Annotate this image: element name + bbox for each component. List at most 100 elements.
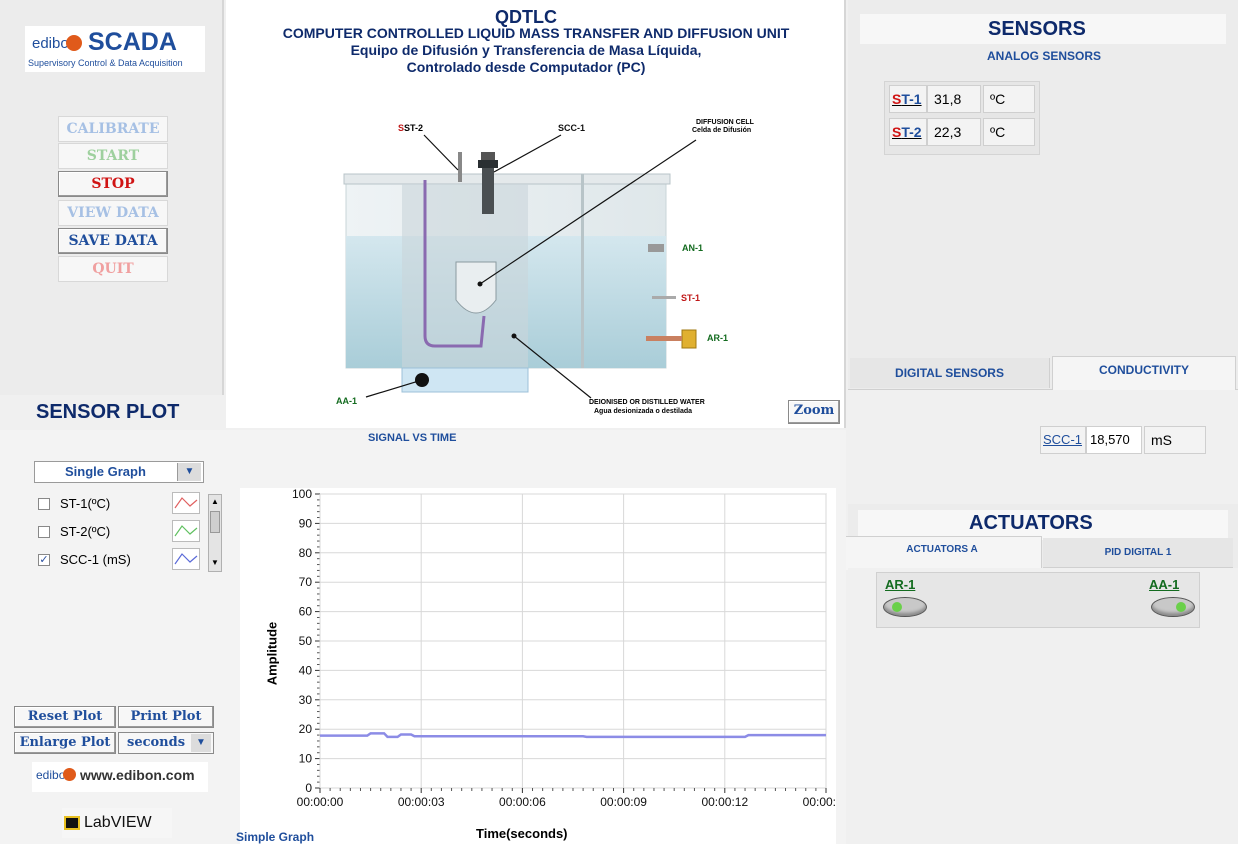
start-button[interactable]: START	[58, 143, 168, 169]
x-tick-label: 00:00:06	[499, 795, 546, 809]
aa1-led-icon	[1176, 602, 1186, 612]
water-label: DEIONISED OR DISTILLED WATER	[589, 399, 705, 406]
edibon-scada-logo: edibon SCADA Supervisory Control & Data …	[25, 26, 205, 72]
signal-list-scrollbar[interactable]: ▲ ▼	[208, 494, 222, 572]
signal-row[interactable]: ST-1(ºC)	[30, 490, 220, 518]
labview-wordmark: LabVIEW	[84, 814, 152, 831]
sensor-tag[interactable]: ST-1	[889, 85, 927, 113]
conductivity-unit: mS	[1144, 426, 1206, 454]
scc1-label: SCC-1	[558, 123, 586, 133]
x-tick-label: 00:00:15	[803, 795, 836, 809]
y-tick-label: 20	[299, 722, 313, 736]
signal-checkbox[interactable]	[38, 526, 50, 538]
signal-row[interactable]: ST-2(ºC)	[30, 518, 220, 546]
signal-label: ST-1(ºC)	[60, 496, 111, 511]
reset-plot-button[interactable]: Reset Plot	[14, 706, 116, 728]
time-units-select[interactable]: seconds ▼	[118, 732, 214, 754]
chevron-down-icon[interactable]: ▼	[191, 734, 211, 752]
sensor-plot-title-bar: SENSOR PLOT	[0, 396, 224, 430]
chart-caption: Simple Graph	[236, 830, 315, 844]
ar1-led-icon	[892, 602, 902, 612]
y-tick-label: 60	[299, 605, 313, 619]
diffusion-cell-label-es: Celda de Difusión	[692, 127, 752, 134]
tab-digital-sensors[interactable]: DIGITAL SENSORS	[850, 358, 1050, 388]
an1-label: AN-1	[682, 243, 704, 253]
st2-label: SST-2	[398, 123, 424, 133]
x-tick-label: 00:00:09	[600, 795, 647, 809]
graph-mode-select[interactable]: Single Graph ▼	[34, 461, 204, 483]
aa1-label: AA-1	[336, 396, 358, 406]
sensors-panel: SENSORS ANALOG SENSORS ST-1 31,8 ºC ST-2…	[848, 0, 1238, 500]
signal-label: ST-2(ºC)	[60, 524, 111, 539]
line-style-icon	[172, 548, 200, 570]
time-units-value: seconds	[127, 735, 186, 750]
analog-sensor-group: ST-1 31,8 ºC ST-2 22,3 ºC	[884, 81, 1040, 155]
edibon-footer-dot-icon	[63, 768, 76, 781]
tab-conductivity[interactable]: CONDUCTIVITY	[1052, 356, 1236, 390]
edibon-website: www.edibon.com	[80, 767, 195, 783]
sensor-tag[interactable]: ST-2	[889, 118, 927, 146]
chevron-down-icon[interactable]: ▼	[177, 463, 201, 481]
scroll-up-icon[interactable]: ▲	[210, 496, 220, 508]
y-tick-label: 90	[299, 516, 313, 530]
signal-checkbox[interactable]	[38, 498, 50, 510]
enlarge-plot-button[interactable]: Enlarge Plot	[14, 732, 116, 754]
scada-wordmark: SCADA	[88, 28, 177, 56]
save-data-button[interactable]: SAVE DATA	[58, 228, 168, 254]
y-tick-label: 0	[305, 781, 312, 795]
sensor-value: 31,8	[927, 85, 981, 113]
sensor-unit: ºC	[983, 85, 1035, 113]
y-tick-label: 10	[299, 752, 313, 766]
line-style-icon	[172, 520, 200, 542]
labview-icon	[64, 816, 80, 830]
actuators-panel: ACTUATORS ACTUATORS A PID DIGITAL 1 AR-1…	[842, 504, 1238, 844]
sensor-unit: ºC	[983, 118, 1035, 146]
signal-vs-time-title: SIGNAL VS TIME	[368, 432, 457, 444]
edibon-dot-icon	[66, 35, 82, 51]
y-tick-label: 40	[299, 663, 313, 677]
process-diagram: QDTLC COMPUTER CONTROLLED LIQUID MASS TR…	[226, 0, 846, 428]
aa1-toggle[interactable]	[1151, 597, 1195, 617]
line-style-icon	[172, 492, 200, 514]
chart-svg: 0 10 20 30 40 50 60 70 80 90 100 00:00:00 00:00:03 00…	[292, 487, 850, 809]
calibrate-button[interactable]: CALIBRATE	[58, 116, 168, 142]
water-label-es: Agua desionizada o destilada	[594, 408, 693, 415]
tab-pid-digital-1[interactable]: PID DIGITAL 1	[1043, 538, 1233, 568]
st1-label: ST-1	[681, 293, 701, 303]
sensor-value: 22,3	[927, 118, 981, 146]
graph-mode-value: Single Graph	[65, 464, 146, 479]
y-tick-label: 30	[299, 693, 313, 707]
signal-row[interactable]: ✓ SCC-1 (mS)	[30, 546, 220, 574]
actuators-title: ACTUATORS	[969, 512, 1093, 534]
diffusion-cell-label: DIFFUSION CELL	[696, 119, 754, 126]
x-tick-label: 00:00:03	[398, 795, 445, 809]
actuator-group: AR-1 AA-1	[876, 572, 1200, 628]
tab-actuators-a[interactable]: ACTUATORS A	[842, 536, 1042, 570]
x-axis-label: Time(seconds)	[476, 826, 568, 841]
print-plot-button[interactable]: Print Plot	[118, 706, 214, 728]
sensor-plot-title: SENSOR PLOT	[36, 401, 180, 423]
stop-button[interactable]: STOP	[58, 171, 168, 197]
y-tick-label: 50	[299, 634, 313, 648]
signal-list: ST-1(ºC) ST-2(ºC) ✓ SCC-1 (mS) ▲ ▼	[30, 490, 228, 580]
view-data-button[interactable]: VIEW DATA	[58, 200, 168, 226]
signal-chart: 0 10 20 30 40 50 60 70 80 90 100 00:00:00 00:00:03 00…	[236, 487, 850, 844]
ar1-toggle[interactable]	[883, 597, 927, 617]
zoom-button[interactable]: Zoom	[788, 400, 840, 424]
analog-sensors-title: ANALOG SENSORS	[987, 49, 1102, 63]
labview-logo: LabVIEW	[62, 808, 172, 838]
x-tick-label: 00:00:12	[701, 795, 748, 809]
scroll-down-icon[interactable]: ▼	[210, 557, 220, 569]
quit-button[interactable]: QUIT	[58, 256, 168, 282]
sensor-plot-panel: SIGNAL VS TIME Single Graph ▼ ST-1(ºC) S…	[0, 430, 850, 844]
conductivity-tag[interactable]: SCC-1	[1040, 426, 1086, 454]
sensors-title: SENSORS	[988, 18, 1086, 40]
y-tick-label: 70	[299, 575, 313, 589]
edibon-footer-logo: edibon www.edibon.com	[32, 762, 208, 792]
y-tick-label: 100	[292, 488, 312, 501]
signal-label: SCC-1 (mS)	[60, 552, 131, 567]
scroll-thumb[interactable]	[210, 511, 220, 533]
x-tick-label: 00:00:00	[297, 795, 344, 809]
signal-checkbox[interactable]: ✓	[38, 554, 50, 566]
y-axis-label: Amplitude	[264, 621, 280, 686]
